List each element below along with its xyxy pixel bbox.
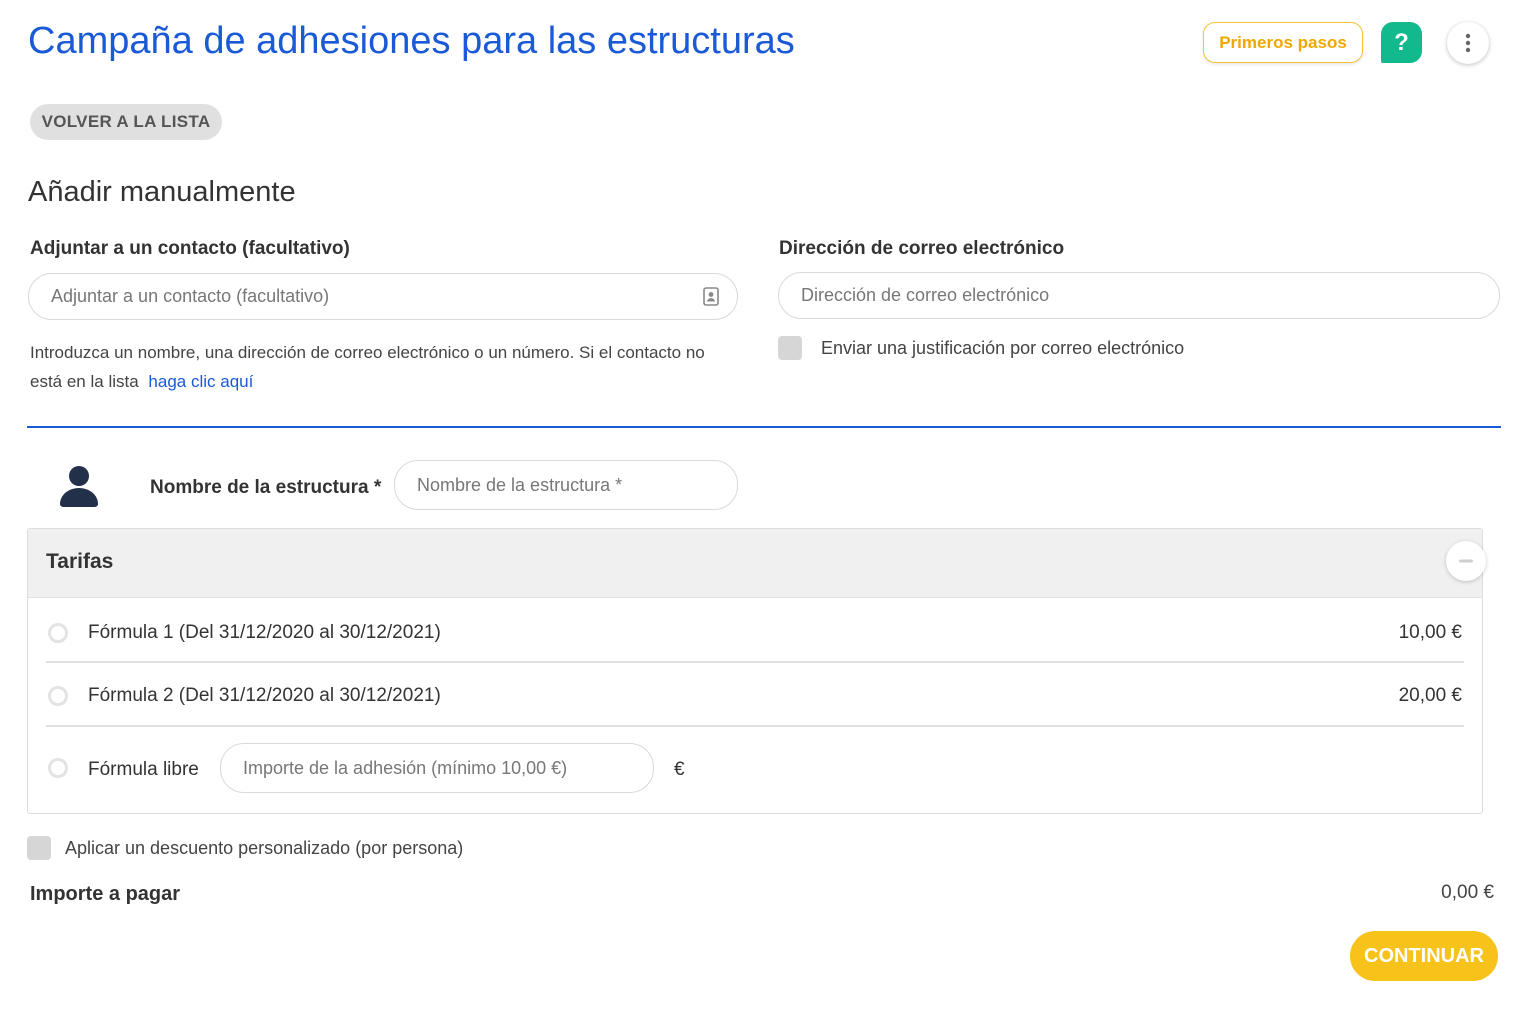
email-label: Dirección de correo electrónico xyxy=(779,238,1065,259)
contact-helper: Introduzca un nombre, una dirección de c… xyxy=(30,338,730,396)
send-receipt-label: Enviar una justificación por correo elec… xyxy=(821,338,1185,358)
tarifa-option-2-label: Fórmula 2 (Del 31/12/2020 al 30/12/2021) xyxy=(88,685,441,706)
total-label: Importe a pagar xyxy=(30,883,181,905)
contact-card-icon[interactable] xyxy=(703,287,719,306)
collapse-tarifas-button[interactable] xyxy=(1446,541,1486,581)
minus-icon xyxy=(1459,559,1473,563)
section-divider xyxy=(27,426,1501,428)
tarifa-option-1-label: Fórmula 1 (Del 31/12/2020 al 30/12/2021) xyxy=(88,622,441,643)
tarifa-free-radio[interactable] xyxy=(48,758,68,778)
tarifa-option-1-price: 10,00 € xyxy=(1398,622,1462,643)
section-title: Añadir manualmente xyxy=(28,176,296,208)
person-icon xyxy=(60,466,98,507)
tarifa-option-2-radio[interactable] xyxy=(48,686,68,706)
tarifa-option-1-radio[interactable] xyxy=(48,623,68,643)
discount-checkbox[interactable] xyxy=(27,836,51,860)
tarifa-option-1[interactable]: Fórmula 1 (Del 31/12/2020 al 30/12/2021)… xyxy=(28,598,1484,661)
structure-name-input[interactable] xyxy=(394,460,738,510)
continue-button[interactable]: CONTINUAR xyxy=(1350,931,1498,981)
more-vertical-icon xyxy=(1465,33,1471,53)
add-contact-link[interactable]: haga clic aquí xyxy=(148,372,253,391)
contact-helper-text: Introduzca un nombre, una dirección de c… xyxy=(30,343,705,391)
send-receipt-checkbox[interactable] xyxy=(778,336,802,360)
help-button[interactable]: ? xyxy=(1381,22,1422,63)
contact-label: Adjuntar a un contacto (facultativo) xyxy=(30,238,350,259)
tarifa-option-2[interactable]: Fórmula 2 (Del 31/12/2020 al 30/12/2021)… xyxy=(28,663,1484,726)
free-amount-input[interactable] xyxy=(220,743,654,793)
more-options-button[interactable] xyxy=(1447,22,1489,64)
contact-input[interactable] xyxy=(28,273,738,320)
free-amount-currency: € xyxy=(674,759,685,780)
page-title: Campaña de adhesiones para las estructur… xyxy=(28,20,795,62)
tarifa-free-label: Fórmula libre xyxy=(88,759,199,780)
first-steps-button[interactable]: Primeros pasos xyxy=(1203,22,1363,63)
contact-field-wrapper xyxy=(28,273,738,320)
discount-label: Aplicar un descuento personalizado (por … xyxy=(65,838,464,858)
tarifa-divider xyxy=(46,725,1464,727)
total-amount: 0,00 € xyxy=(1441,882,1494,903)
tarifa-option-2-price: 20,00 € xyxy=(1398,685,1462,706)
back-to-list-button[interactable]: VOLVER A LA LISTA xyxy=(30,104,222,140)
tarifas-panel: Tarifas Fórmula 1 (Del 31/12/2020 al 30/… xyxy=(27,528,1483,814)
help-icon: ? xyxy=(1394,28,1409,56)
email-input[interactable] xyxy=(778,272,1500,319)
structure-label: Nombre de la estructura * xyxy=(150,477,382,498)
tarifas-title: Tarifas xyxy=(46,550,114,573)
tarifas-header: Tarifas xyxy=(28,529,1482,598)
